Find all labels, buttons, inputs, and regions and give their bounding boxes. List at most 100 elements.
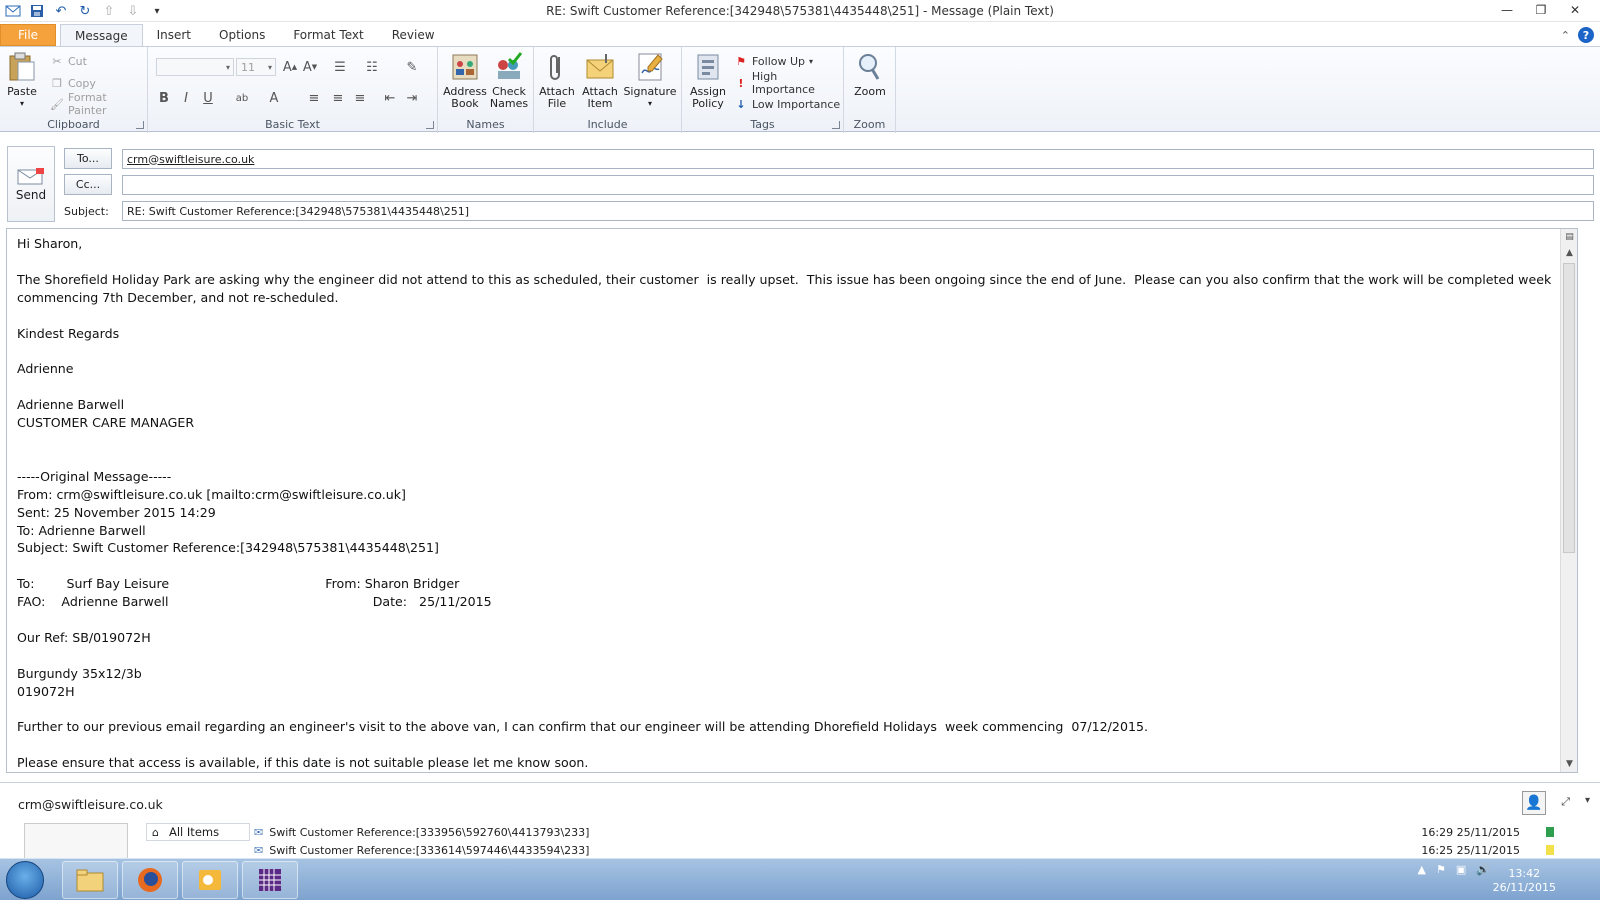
expand-icon[interactable]: ⤢ (1561, 795, 1570, 809)
taskbar: ▲ ⚑ ▣ 🔊 13:42 26/11/2015 (0, 858, 1600, 900)
explorer-taskbar-button[interactable] (62, 861, 118, 899)
bold-icon[interactable]: B (154, 89, 174, 107)
assign-policy-label: Assign Policy (690, 85, 726, 110)
signature-button[interactable]: Signature ▾ (622, 51, 678, 110)
paste-icon (9, 52, 35, 81)
include-group-label: Include (587, 118, 628, 131)
body-scrollbar[interactable]: ▤ ▲ ▼ (1560, 229, 1577, 772)
align-center-icon[interactable]: ≡ (328, 89, 348, 107)
attach-file-label: Attach File (539, 85, 575, 110)
low-importance-button[interactable]: ↓ Low Importance (734, 95, 840, 113)
subject-label: Subject: (64, 205, 109, 218)
minimize-icon[interactable]: — (1490, 0, 1524, 20)
clock[interactable]: 13:42 26/11/2015 (1493, 867, 1556, 895)
cc-button[interactable]: Cc... (64, 174, 112, 195)
people-activity-list: ⌂ All Items ✉ Swift Customer Reference:[3… (146, 823, 1582, 859)
person-icon[interactable]: 👤 (1522, 791, 1546, 815)
zoom-button[interactable]: Zoom (850, 51, 890, 98)
scroll-thumb[interactable] (1563, 263, 1575, 553)
clear-format-icon[interactable]: ✎ (402, 58, 422, 76)
all-items-filter[interactable]: ⌂ All Items (146, 823, 250, 841)
basic-text-launcher-icon[interactable] (426, 121, 434, 129)
cut-button[interactable]: ✂ Cut (50, 52, 87, 70)
list-item-time: 16:25 25/11/2015 (1421, 843, 1520, 857)
contact-photo (24, 823, 128, 859)
tab-options[interactable]: Options (205, 24, 279, 46)
shrink-font-icon[interactable]: A ▼ (300, 58, 320, 76)
tab-format-text[interactable]: Format Text (279, 24, 377, 46)
list-item[interactable]: ✉ Swift Customer Reference:[333956\59276… (254, 823, 1564, 841)
list-item[interactable]: ✉ Swift Customer Reference:[333614\59744… (254, 841, 1564, 859)
cut-label: Cut (68, 54, 87, 68)
cc-field[interactable] (122, 175, 1594, 195)
action-center-icon[interactable]: ⚑ (1436, 863, 1446, 876)
firefox-taskbar-button[interactable] (122, 861, 178, 899)
message-body[interactable]: Hi Sharon, The Shorefield Holiday Park a… (6, 228, 1578, 773)
font-color-icon[interactable]: A (264, 89, 284, 107)
tray-expand-icon[interactable]: ▲ (1418, 863, 1426, 876)
to-button[interactable]: To... (64, 148, 112, 169)
scroll-down-icon[interactable]: ▼ (1561, 756, 1577, 772)
outlook-icon (199, 870, 221, 890)
to-field[interactable]: crm@swiftleisure.co.uk (122, 149, 1594, 169)
grid-app-icon (259, 869, 281, 891)
tags-launcher-icon[interactable] (832, 121, 840, 129)
underline-icon[interactable]: U (198, 89, 218, 107)
align-left-icon[interactable]: ≡ (304, 89, 324, 107)
increase-indent-icon[interactable]: ⇥ (402, 89, 422, 107)
message-text[interactable]: Hi Sharon, The Shorefield Holiday Park a… (17, 235, 1562, 772)
font-name-combo[interactable]: ▾ (156, 58, 234, 76)
signature-dropdown-icon[interactable]: ▾ (648, 98, 652, 110)
collapse-icon[interactable]: ▾ (1585, 795, 1590, 806)
network-icon[interactable]: ▣ (1456, 863, 1466, 876)
zoom-group-label: Zoom (853, 118, 886, 131)
follow-up-button[interactable]: ⚑ Follow Up ▾ (734, 52, 813, 70)
copy-button[interactable]: ❐ Copy (50, 74, 96, 92)
envelope-icon (586, 54, 614, 79)
italic-icon[interactable]: I (176, 89, 196, 107)
help-icon[interactable]: ? (1578, 27, 1594, 43)
high-importance-button[interactable]: ! High Importance (734, 70, 843, 96)
send-button[interactable]: Send (7, 146, 55, 222)
brush-icon: 🖌 (50, 97, 64, 111)
mail-item-icon: ✉ (254, 825, 264, 839)
check-names-button[interactable]: Check Names (487, 51, 531, 110)
address-book-label: Address Book (443, 85, 487, 110)
start-button[interactable] (6, 861, 44, 899)
include-group: Attach File Attach Item Signature ▾ Incl… (534, 47, 682, 133)
scroll-up-icon[interactable]: ▲ (1561, 245, 1577, 261)
bullets-icon[interactable]: ☰ (330, 58, 350, 76)
signature-icon (638, 53, 663, 81)
tab-insert[interactable]: Insert (143, 24, 205, 46)
assign-policy-button[interactable]: Assign Policy (686, 51, 730, 110)
tab-file[interactable]: File (0, 24, 56, 46)
align-right-icon[interactable]: ≡ (350, 89, 370, 107)
tab-message[interactable]: Message (60, 24, 143, 46)
minimize-ribbon-icon[interactable]: ⌃ (1561, 29, 1570, 42)
highlight-icon[interactable]: ab (232, 89, 252, 107)
paste-button[interactable]: Paste ▾ (6, 51, 38, 110)
category-color (1546, 845, 1554, 855)
subject-field[interactable]: RE: Swift Customer Reference:[342948\575… (122, 201, 1594, 221)
people-pane-name[interactable]: crm@swiftleisure.co.uk (18, 797, 163, 812)
volume-icon[interactable]: 🔊 (1476, 863, 1490, 876)
address-book-button[interactable]: Address Book (443, 51, 487, 110)
attach-file-button[interactable]: Attach File (536, 51, 578, 110)
app-taskbar-button[interactable] (242, 861, 298, 899)
attach-item-button[interactable]: Attach Item (578, 51, 622, 110)
send-label: Send (15, 188, 47, 202)
outlook-taskbar-button[interactable] (182, 861, 238, 899)
numbering-icon[interactable]: ☷ (362, 58, 382, 76)
close-icon[interactable]: ✕ (1558, 0, 1592, 20)
grow-font-icon[interactable]: A ▲ (280, 58, 300, 76)
scissors-icon: ✂ (52, 54, 62, 68)
recipient-to[interactable]: crm@swiftleisure.co.uk (127, 153, 254, 166)
font-size-combo[interactable]: 11 ▾ (236, 58, 276, 76)
restore-icon[interactable]: ❐ (1524, 0, 1558, 20)
decrease-indent-icon[interactable]: ⇤ (380, 89, 400, 107)
clipboard-launcher-icon[interactable] (136, 121, 144, 129)
scroll-ruler-icon[interactable]: ▤ (1561, 229, 1577, 245)
paste-dropdown-icon[interactable]: ▾ (20, 98, 24, 110)
format-painter-button[interactable]: 🖌 Format Painter (50, 91, 147, 117)
tab-review[interactable]: Review (378, 24, 449, 46)
